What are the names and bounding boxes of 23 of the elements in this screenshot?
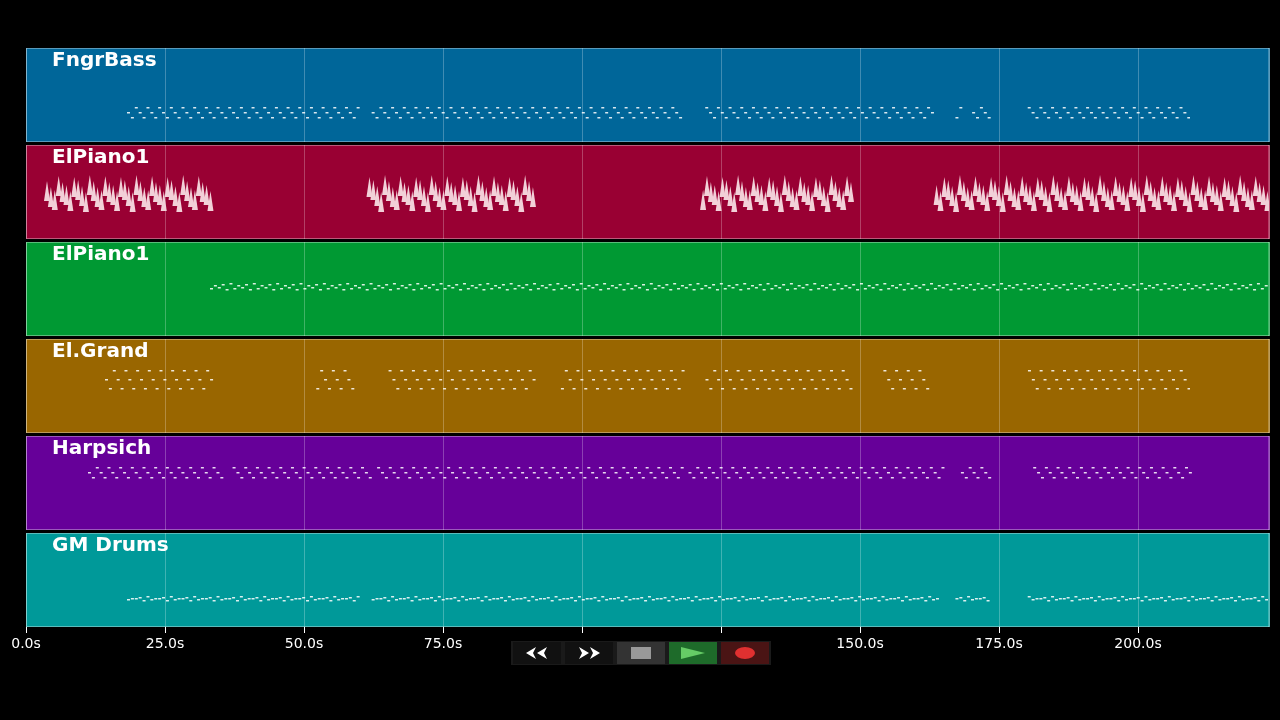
rewind-icon: [524, 646, 550, 660]
track-name: ElPiano1: [52, 241, 150, 265]
rewind-button[interactable]: [513, 642, 561, 664]
track-name: GM Drums: [52, 532, 169, 556]
stop-button[interactable]: [617, 642, 665, 664]
track-name: ElPiano1: [52, 144, 150, 168]
play-button[interactable]: [669, 642, 717, 664]
track-name: FngrBass: [52, 47, 157, 71]
record-icon: [735, 647, 755, 659]
time-label: 150.0s: [836, 635, 884, 651]
time-label: 200.0s: [1114, 635, 1162, 651]
time-label: 25.0s: [145, 635, 185, 651]
forward-button[interactable]: [565, 642, 613, 664]
track-name: El.Grand: [52, 338, 149, 362]
stop-icon: [631, 647, 651, 659]
time-label: 50.0s: [284, 635, 324, 651]
time-label: 75.0s: [423, 635, 463, 651]
time-label: 175.0s: [975, 635, 1023, 651]
record-button[interactable]: [721, 642, 769, 664]
track-name: Harpsich: [52, 435, 152, 459]
play-icon: [680, 646, 706, 660]
time-label: 0.0s: [11, 635, 41, 651]
fast-forward-icon: [576, 646, 602, 660]
